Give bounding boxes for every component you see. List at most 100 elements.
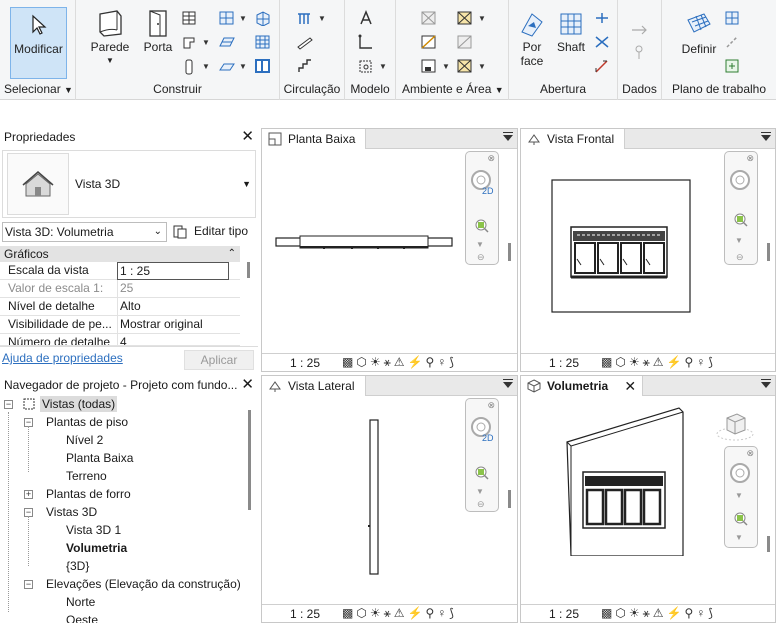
zoom-icon[interactable] xyxy=(474,465,490,481)
curtain-system-icon[interactable] xyxy=(254,10,274,28)
modify-button[interactable]: Modificar xyxy=(10,7,67,79)
steering-wheel-icon[interactable] xyxy=(728,166,754,196)
model-group-icon[interactable] xyxy=(357,58,377,76)
prop-value-input[interactable]: 1 : 25 xyxy=(117,262,229,280)
close-icon[interactable]: ✕ xyxy=(241,129,254,144)
view-scrollbar[interactable] xyxy=(767,243,770,261)
view-scrollbar[interactable] xyxy=(767,536,770,552)
browser-scrollbar[interactable] xyxy=(248,410,251,510)
vertical-opening-icon[interactable] xyxy=(593,34,613,52)
curtain-grid-icon[interactable] xyxy=(254,34,274,52)
navigation-bar[interactable]: ⊗ 2D ▼ ⊖ xyxy=(465,398,499,512)
close-icon[interactable]: ⊗ xyxy=(746,153,754,164)
close-icon[interactable]: ✕ xyxy=(624,376,636,396)
chevron-down-icon[interactable]: ▼ xyxy=(476,240,484,249)
zoom-icon[interactable] xyxy=(733,511,749,527)
apply-button[interactable]: Aplicar xyxy=(184,350,254,370)
view-scrollbar[interactable] xyxy=(508,243,511,261)
railing-icon[interactable] xyxy=(296,10,316,28)
model-text-icon[interactable] xyxy=(357,10,377,28)
room-icon[interactable] xyxy=(420,10,440,28)
navigation-bar[interactable]: ⊗ ▼ ▼ xyxy=(724,446,758,548)
view-tab[interactable]: Vista Lateral xyxy=(262,376,366,396)
view-scrollbar[interactable] xyxy=(508,490,511,508)
view-tab[interactable]: Planta Baixa xyxy=(262,129,367,149)
type-selector[interactable]: Vista 3D ▼ xyxy=(2,150,256,218)
column-icon[interactable] xyxy=(180,58,200,76)
properties-scrollbar[interactable] xyxy=(247,262,250,278)
grid-datum-icon[interactable] xyxy=(630,44,650,62)
tree-node-level-2[interactable]: Nível 2 xyxy=(66,432,103,448)
ramp-icon[interactable] xyxy=(296,34,316,52)
tag-room-icon[interactable] xyxy=(420,58,440,76)
component-icon[interactable] xyxy=(180,34,200,52)
close-icon[interactable]: ✕ xyxy=(241,377,254,392)
view-control-icons[interactable]: ▩⬡☀⚹⚠⚡⚲♀⟆ xyxy=(342,606,457,621)
navigation-bar[interactable]: ⊗ ▼ ⊖ xyxy=(724,151,758,265)
wall-button[interactable]: Parede ▼ xyxy=(88,8,132,68)
view-menu-icon[interactable] xyxy=(503,382,513,388)
view-control-icons[interactable]: ▩⬡☀⚹⚠⚡⚲♀⟆ xyxy=(342,355,457,370)
roof-grid-icon[interactable] xyxy=(218,10,238,28)
tree-node-norte[interactable]: Norte xyxy=(66,594,95,610)
window-icon[interactable] xyxy=(180,10,200,28)
view-scale[interactable]: 1 : 25 xyxy=(290,356,320,370)
view-vista-frontal[interactable]: Vista Frontal ⊗ ▼ ⊖ 1 : 25 ▩⬡☀⚹⚠⚡⚲♀⟆ xyxy=(520,128,776,372)
close-icon[interactable]: ⊗ xyxy=(487,400,495,411)
mullion-icon[interactable] xyxy=(254,58,274,76)
view-scale[interactable]: 1 : 25 xyxy=(549,356,579,370)
tree-node-3d-views[interactable]: Vistas 3D xyxy=(46,504,97,520)
options-icon[interactable]: ⊖ xyxy=(477,252,485,263)
tree-node-terreno[interactable]: Terreno xyxy=(66,468,107,484)
tag-area-icon[interactable] xyxy=(456,58,476,76)
instance-selector[interactable]: Vista 3D: Volumetria ⌄ xyxy=(2,222,167,242)
viewcube-icon[interactable] xyxy=(715,410,755,444)
tree-node-vista-3d-1[interactable]: Vista 3D 1 xyxy=(66,522,121,538)
model-line-icon[interactable] xyxy=(357,34,377,52)
navigation-bar[interactable]: ⊗ 2D ▼ ⊖ xyxy=(465,151,499,265)
view-vista-lateral[interactable]: Vista Lateral ⊗ 2D ▼ ⊖ 1 : 25 ▩⬡☀⚹⚠⚡⚲♀⟆ xyxy=(261,375,518,623)
close-icon[interactable]: ⊗ xyxy=(746,448,754,459)
chevron-down-icon[interactable]: ▼ xyxy=(476,487,484,496)
select-dropdown[interactable]: Selecionar ▼ xyxy=(4,82,75,96)
floor-icon[interactable] xyxy=(218,58,238,76)
tree-node-volumetria[interactable]: Volumetria xyxy=(66,540,127,556)
shaft-button[interactable]: Shaft xyxy=(553,10,589,54)
properties-help-link[interactable]: Ajuda de propriedades xyxy=(2,351,123,365)
ref-plane-icon[interactable] xyxy=(724,34,744,52)
options-icon[interactable]: ⊖ xyxy=(477,499,485,510)
prop-value[interactable]: 4 xyxy=(117,334,229,345)
view-control-icons[interactable]: ▩⬡☀⚹⚠⚡⚲♀⟆ xyxy=(601,606,716,621)
expand-toggle[interactable]: + xyxy=(24,490,33,499)
tree-node-3d[interactable]: {3D} xyxy=(66,558,89,574)
collapse-toggle[interactable]: − xyxy=(4,400,13,409)
set-button[interactable]: Definir xyxy=(676,10,722,56)
view-planta-baixa[interactable]: Planta Baixa ⊗ 2D ▼ ⊖ 1 : 25 ▩⬡☀⚹⚠⚡⚲♀⟆ xyxy=(261,128,518,372)
dormer-icon[interactable] xyxy=(593,58,613,76)
tree-node-floor-plans[interactable]: Plantas de piso xyxy=(46,414,128,430)
view-menu-icon[interactable] xyxy=(761,135,771,141)
zoom-icon[interactable] xyxy=(733,212,749,228)
tree-node-planta-baixa[interactable]: Planta Baixa xyxy=(66,450,133,466)
chevron-down-icon[interactable]: ▼ xyxy=(735,491,743,500)
zoom-icon[interactable] xyxy=(474,218,490,234)
prop-value[interactable]: Mostrar original xyxy=(117,316,229,333)
options-icon[interactable]: ⊖ xyxy=(736,252,744,263)
door-button[interactable]: Porta xyxy=(138,8,178,54)
tree-node-elevations[interactable]: Elevações (Elevação da construção) xyxy=(46,576,241,592)
close-icon[interactable]: ⊗ xyxy=(487,153,495,164)
view-control-icons[interactable]: ▩⬡☀⚹⚠⚡⚲♀⟆ xyxy=(601,355,716,370)
collapse-toggle[interactable]: − xyxy=(24,580,33,589)
chevron-down-icon[interactable]: ▼ xyxy=(735,236,743,245)
tree-node-views-all[interactable]: Vistas (todas) xyxy=(40,396,118,412)
steering-wheel-icon[interactable] xyxy=(728,459,754,489)
level-icon[interactable] xyxy=(630,22,650,40)
area-boundary-icon[interactable] xyxy=(456,34,476,52)
show-workplane-icon[interactable] xyxy=(724,10,744,28)
view-tab[interactable]: Vista Frontal xyxy=(521,129,626,149)
view-volumetria[interactable]: Volumetria ✕ ⊗ ▼ ▼ 1 : 25 ▩⬡☀⚹⚠⚡⚲♀⟆ xyxy=(520,375,776,623)
wall-opening-icon[interactable] xyxy=(593,10,613,28)
chevron-down-icon[interactable]: ▼ xyxy=(735,533,743,542)
room-separator-icon[interactable] xyxy=(420,34,440,52)
view-menu-icon[interactable] xyxy=(761,382,771,388)
